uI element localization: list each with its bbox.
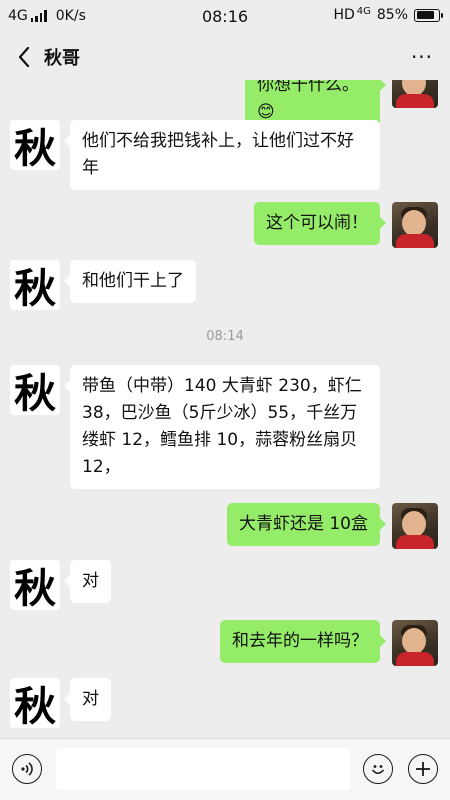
chat-header: 秋哥 ··· bbox=[0, 34, 450, 80]
message-text: 对 bbox=[82, 571, 99, 591]
message-row: 秋 和他们干上了 bbox=[0, 260, 450, 310]
avatar-text: 秋 bbox=[14, 565, 56, 610]
message-text: 这个可以闹！ bbox=[266, 213, 368, 233]
message-text: 他们不给我把钱补上，让他们过不好年 bbox=[82, 131, 354, 178]
my-avatar[interactable] bbox=[392, 80, 438, 108]
avatar-text: 秋 bbox=[14, 265, 56, 310]
chevron-left-icon bbox=[18, 46, 30, 68]
status-right: HD 4G 85% bbox=[333, 5, 443, 23]
contact-avatar[interactable]: 秋 bbox=[10, 560, 60, 610]
voice-icon bbox=[21, 762, 33, 776]
add-button[interactable] bbox=[408, 754, 438, 784]
back-button[interactable] bbox=[8, 40, 40, 74]
contact-avatar[interactable]: 秋 bbox=[10, 120, 60, 170]
message-bubble[interactable]: 和去年的一样吗？ bbox=[220, 620, 386, 663]
message-timestamp: 08:14 bbox=[206, 329, 244, 344]
hd-label: HD bbox=[333, 7, 355, 23]
message-row: 秋 对 bbox=[0, 678, 450, 728]
message-bubble[interactable]: 大青虾还是 10盒 bbox=[226, 503, 387, 546]
battery-icon bbox=[414, 8, 443, 22]
message-row: 秋 对 bbox=[0, 560, 450, 610]
message-text: 对 bbox=[82, 689, 99, 709]
message-row: 这个可以闹！ bbox=[0, 202, 450, 252]
message-bubble[interactable]: 对 bbox=[64, 560, 111, 603]
my-avatar[interactable] bbox=[392, 620, 438, 666]
message-row: 秋 带鱼（中带）140 大青虾 230，虾仁 38，巴沙鱼（5斤少冰）55，千丝… bbox=[0, 365, 450, 495]
contact-avatar[interactable]: 秋 bbox=[10, 260, 60, 310]
message-bubble[interactable]: 和他们干上了 bbox=[64, 260, 196, 303]
avatar-text: 秋 bbox=[14, 683, 56, 728]
avatar-text: 秋 bbox=[14, 370, 56, 415]
message-text: 大青虾还是 10盒 bbox=[238, 514, 368, 534]
message-input[interactable] bbox=[56, 748, 350, 790]
message-row: 和去年的一样吗？ bbox=[0, 620, 450, 670]
emoji-button[interactable] bbox=[363, 754, 393, 784]
battery-percent: 85% bbox=[376, 7, 408, 23]
battery-fill bbox=[416, 11, 435, 19]
message-text: 和去年的一样吗？ bbox=[232, 631, 368, 651]
plus-icon bbox=[416, 762, 430, 776]
avatar-text: 秋 bbox=[14, 125, 56, 170]
message-text: 带鱼（中带）140 大青虾 230，虾仁 38，巴沙鱼（5斤少冰）55，千丝万缕… bbox=[82, 376, 362, 477]
page-title: 秋哥 bbox=[44, 48, 80, 69]
message-list[interactable]: 你想干什么。😊 秋 他们不给我把钱补上，让他们过不好年 这个可以闹！ 秋 和他们… bbox=[0, 80, 450, 738]
contact-avatar[interactable]: 秋 bbox=[10, 365, 60, 415]
message-row: 大青虾还是 10盒 bbox=[0, 503, 450, 553]
message-text: 和他们干上了 bbox=[82, 271, 184, 291]
message-bubble[interactable]: 带鱼（中带）140 大青虾 230，虾仁 38，巴沙鱼（5斤少冰）55，千丝万缕… bbox=[64, 365, 380, 489]
message-bubble[interactable]: 他们不给我把钱补上，让他们过不好年 bbox=[64, 120, 380, 190]
message-bubble[interactable]: 对 bbox=[64, 678, 111, 721]
status-bar: 4G 0K/s 08:16 HD 4G 85% bbox=[0, 0, 450, 34]
hd-network: 4G bbox=[356, 5, 371, 17]
my-avatar[interactable] bbox=[392, 202, 438, 248]
more-dots-icon: ··· bbox=[410, 45, 434, 69]
contact-avatar[interactable]: 秋 bbox=[10, 678, 60, 728]
voice-button[interactable] bbox=[12, 754, 42, 784]
more-button[interactable]: ··· bbox=[402, 40, 442, 74]
input-bar bbox=[0, 738, 450, 800]
emoji-icon bbox=[372, 765, 384, 775]
message-text: 你想干什么。😊 bbox=[257, 80, 359, 122]
message-bubble[interactable]: 这个可以闹！ bbox=[254, 202, 386, 245]
message-row: 你想干什么。😊 bbox=[0, 80, 450, 134]
my-avatar[interactable] bbox=[392, 503, 438, 549]
message-row: 秋 他们不给我把钱补上，让他们过不好年 bbox=[0, 120, 450, 190]
